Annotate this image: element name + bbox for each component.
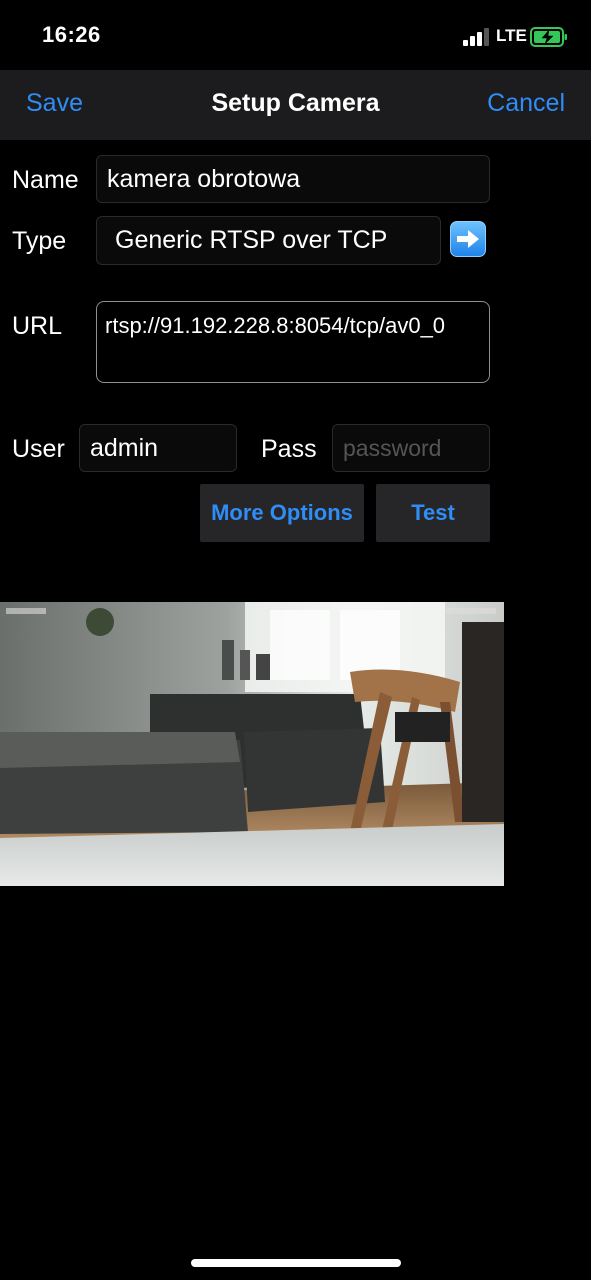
camera-preview-image (0, 602, 504, 886)
home-indicator[interactable] (191, 1259, 401, 1267)
url-label: URL (12, 312, 63, 340)
password-field[interactable]: password (332, 424, 490, 472)
cancel-button[interactable]: Cancel (487, 89, 565, 118)
status-time: 16:26 (42, 22, 101, 47)
navigation-bar: Setup Camera Save Cancel (0, 70, 591, 140)
status-bar: 16:26 LTE (0, 0, 591, 70)
arrow-right-icon (457, 230, 479, 248)
name-field[interactable]: kamera obrotowa (96, 155, 490, 203)
type-selector[interactable]: Generic RTSP over TCP (96, 216, 441, 265)
user-label: User (12, 435, 65, 463)
camera-preview (0, 602, 504, 886)
user-field[interactable]: admin (79, 424, 237, 472)
save-button[interactable]: Save (26, 89, 83, 118)
type-select-arrow-button[interactable] (450, 221, 486, 257)
more-options-button[interactable]: More Options (200, 484, 364, 542)
type-label: Type (12, 227, 67, 255)
name-label: Name (12, 166, 79, 194)
pass-label: Pass (261, 435, 317, 463)
test-button[interactable]: Test (376, 484, 490, 542)
cellular-signal-icon (463, 28, 491, 46)
network-type-label: LTE (496, 26, 527, 45)
url-field[interactable]: rtsp://91.192.228.8:8054/tcp/av0_0 (96, 301, 490, 383)
battery-charging-icon (530, 27, 567, 47)
